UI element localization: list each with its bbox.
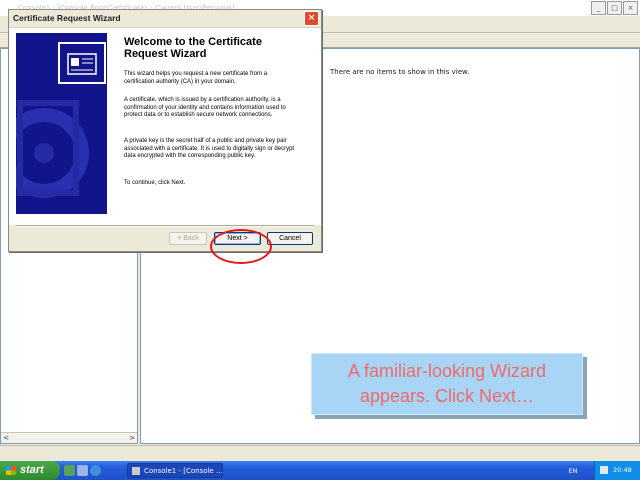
- tutorial-callout: A familiar-looking Wizard appears. Click…: [311, 353, 583, 415]
- windows-logo-icon: [6, 466, 16, 475]
- maximize-button[interactable]: □: [607, 1, 622, 15]
- explorer-icon[interactable]: [77, 465, 88, 476]
- internet-explorer-icon[interactable]: [90, 465, 101, 476]
- taskbar: start Console1 - [Console ... EN 20:48: [0, 461, 640, 480]
- show-desktop-icon[interactable]: [64, 465, 75, 476]
- wizard-body: Welcome to the Certificate Request Wizar…: [9, 28, 321, 225]
- wizard-continue-text: To continue, click Next.: [124, 180, 186, 186]
- system-tray: 20:48: [594, 461, 640, 480]
- start-label: start: [20, 464, 44, 476]
- minimize-button[interactable]: _: [591, 1, 606, 15]
- dialog-separator: [16, 225, 314, 227]
- wizard-heading: Welcome to the Certificate Request Wizar…: [124, 36, 262, 60]
- scroll-right-arrow[interactable]: >: [127, 433, 137, 443]
- taskbar-button-console[interactable]: Console1 - [Console ...: [127, 463, 223, 478]
- scroll-left-arrow[interactable]: <: [1, 433, 11, 443]
- tree-horizontal-scrollbar[interactable]: < >: [1, 432, 137, 443]
- language-indicator[interactable]: EN: [566, 466, 580, 476]
- callout-line-1: A familiar-looking Wizard: [347, 361, 547, 381]
- dialog-close-button[interactable]: ×: [304, 11, 319, 26]
- back-button[interactable]: < Back: [169, 232, 207, 245]
- certificate-icon: [58, 42, 106, 84]
- volume-icon[interactable]: [600, 466, 608, 474]
- callout-line-2: appears. Click Next…: [359, 386, 535, 406]
- dialog-title-bar: Certificate Request Wizard ×: [9, 10, 321, 28]
- wizard-intro-text: This wizard helps you request a new cert…: [124, 71, 268, 85]
- dialog-title: Certificate Request Wizard: [13, 13, 121, 23]
- empty-view-message: There are no items to show in this view.: [330, 68, 470, 76]
- close-button[interactable]: ×: [623, 1, 638, 15]
- wizard-certificate-text: A certificate, which is issued by a cert…: [124, 97, 286, 119]
- console-app-icon: [132, 467, 140, 475]
- clock[interactable]: 20:48: [613, 461, 632, 480]
- cancel-button[interactable]: Cancel: [267, 232, 313, 245]
- certificate-request-wizard-dialog: Certificate Request Wizard × Welcome to: [8, 9, 322, 264]
- callout-text: A familiar-looking Wizard appears. Click…: [312, 359, 582, 409]
- taskbar-button-label: Console1 - [Console ...: [144, 467, 223, 475]
- console-status-bar: [0, 445, 640, 461]
- wizard-banner-image: [16, 33, 107, 214]
- next-button-highlight-ring: [210, 229, 272, 264]
- start-button[interactable]: start: [0, 461, 60, 480]
- wizard-private-key-text: A private key is the secret half of a pu…: [124, 138, 295, 160]
